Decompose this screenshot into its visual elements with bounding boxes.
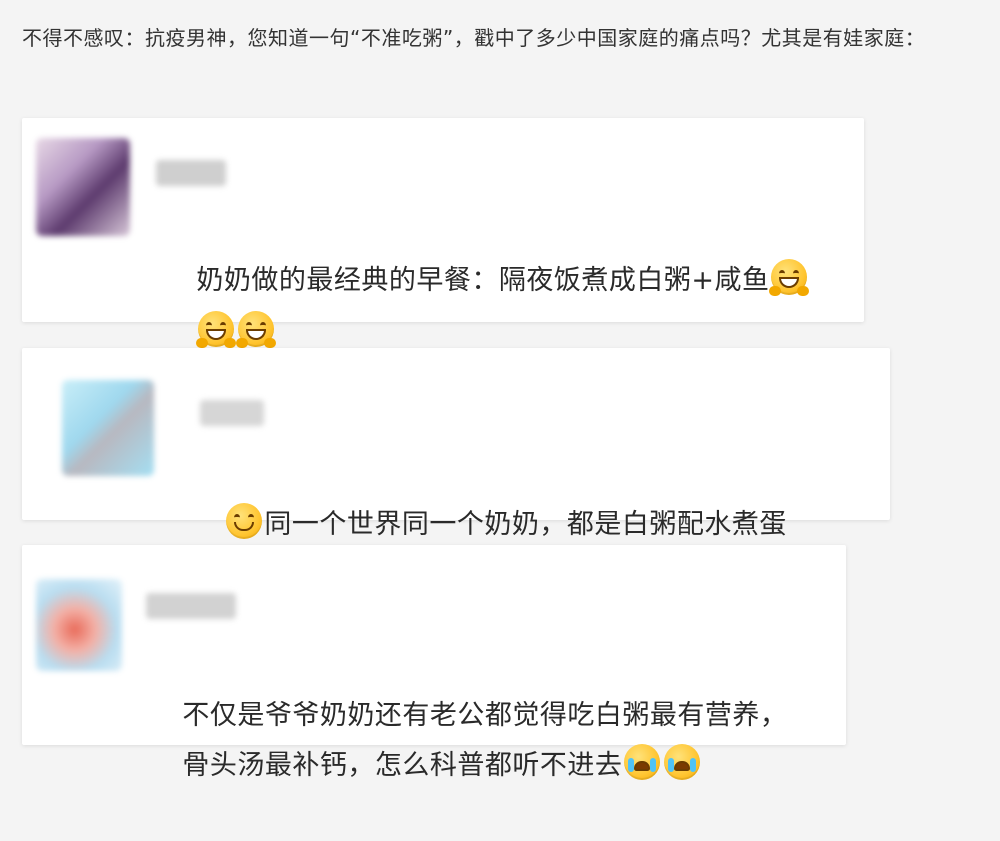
comment-line: 同一个世界同一个奶奶，都是白粥配水煮蛋 [264, 509, 787, 540]
avatar[interactable] [36, 579, 122, 671]
crying-emoji-icon [664, 744, 701, 780]
avatar[interactable] [36, 138, 130, 236]
username[interactable] [200, 400, 264, 426]
avatar[interactable] [62, 380, 154, 476]
comment-card: 奶奶做的最经典的早餐：隔夜饭煮成白粥+咸鱼 [22, 118, 864, 348]
comment-text: 骨头汤最补钙，怎么科普都听不进去 [146, 691, 836, 841]
comment-line: 奶奶做的最经典的早餐：隔夜饭煮成白粥+咸鱼 [196, 265, 770, 296]
username[interactable] [156, 160, 226, 186]
grinning-hands-emoji-icon [769, 259, 810, 296]
comment-card: 同一个世界同一个奶奶，都是白粥配水煮蛋 [22, 348, 890, 540]
username[interactable] [146, 593, 236, 619]
smile-emoji-icon [226, 503, 263, 539]
crying-emoji-icon [624, 744, 661, 780]
comment-card: 不仅是爷爷奶奶还有老公都觉得吃白粥最有营养， 骨头汤最补钙，怎么科普都听不进去 [22, 545, 846, 781]
article-intro-text: 不得不感叹：抗疫男神，您知道一句“不准吃粥”，戳中了多少中国家庭的痛点吗？尤其是… [22, 26, 926, 50]
comment-line: 骨头汤最补钙，怎么科普都听不进去 [182, 750, 623, 781]
grinning-hands-emoji-icon [196, 311, 237, 348]
grinning-hands-emoji-icon [236, 311, 277, 348]
